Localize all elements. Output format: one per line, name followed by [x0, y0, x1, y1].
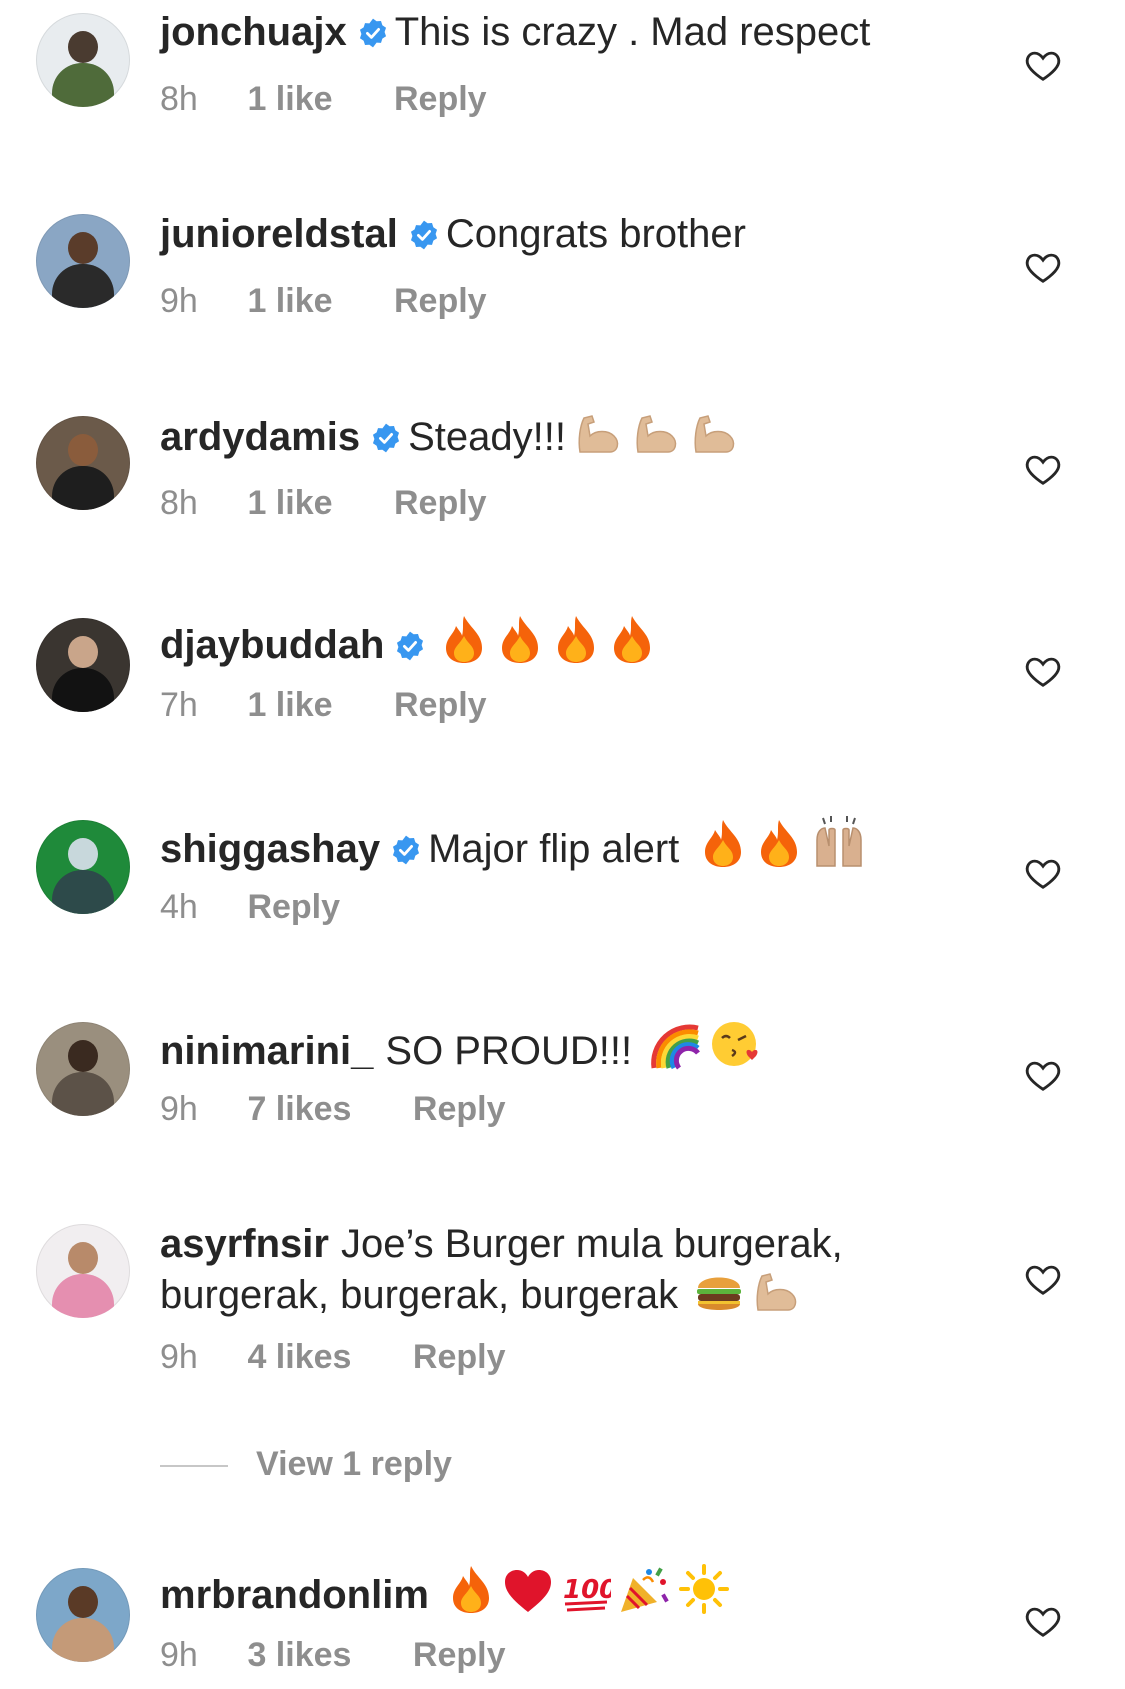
like-count[interactable]: 3 likes	[247, 1636, 351, 1675]
comment-time: 8h	[160, 80, 198, 118]
reply-button[interactable]: Reply	[394, 80, 487, 119]
like-count[interactable]: 4 likes	[247, 1338, 351, 1377]
reply-button[interactable]: Reply	[394, 484, 487, 523]
view-replies-button[interactable]: View 1 reply	[160, 1445, 452, 1484]
fire-icon	[447, 1564, 495, 1614]
verified-badge-icon	[373, 423, 400, 453]
heart-icon[interactable]	[1024, 1056, 1062, 1094]
username[interactable]: jonchuajx	[160, 10, 347, 54]
comment-text-continued: burgerak, burgerak, burgerak	[160, 1273, 679, 1317]
verified-badge-icon	[393, 835, 420, 865]
username[interactable]: asyrfnsir	[160, 1222, 329, 1266]
verified-badge-icon	[410, 220, 437, 250]
avatar[interactable]	[36, 1022, 130, 1116]
avatar[interactable]	[36, 416, 130, 510]
heart-icon[interactable]	[1024, 652, 1062, 690]
avatar[interactable]	[36, 618, 130, 712]
heart-icon[interactable]	[1024, 1260, 1062, 1298]
fire-icon	[552, 614, 600, 664]
comment-text: This is crazy . Mad respect	[394, 10, 871, 54]
reply-button[interactable]: Reply	[413, 1338, 506, 1377]
flexed-biceps-icon	[574, 412, 624, 456]
username[interactable]: djaybuddah	[160, 623, 384, 667]
svg-text:100: 100	[563, 1575, 611, 1605]
avatar[interactable]	[36, 214, 130, 308]
heart-icon[interactable]	[1024, 450, 1062, 488]
fire-icon	[496, 614, 544, 664]
avatar[interactable]	[36, 13, 130, 107]
comment-time: 4h	[160, 888, 198, 926]
heart-icon[interactable]	[1024, 854, 1062, 892]
like-count[interactable]: 1 like	[247, 282, 332, 321]
rainbow-icon	[648, 1022, 702, 1070]
raising-hands-icon	[811, 816, 867, 868]
verified-badge-icon	[359, 18, 386, 48]
view-replies-label: View 1 reply	[256, 1445, 452, 1483]
reply-button[interactable]: Reply	[413, 1090, 506, 1129]
fire-icon	[440, 614, 488, 664]
comment-text: Joe’s Burger mula burgerak,	[340, 1222, 843, 1266]
party-popper-icon	[619, 1564, 671, 1614]
flexed-biceps-icon	[632, 412, 682, 456]
like-count[interactable]: 7 likes	[247, 1090, 351, 1129]
sun-icon	[678, 1564, 729, 1614]
comment-text: Steady!!!	[408, 415, 566, 459]
divider-line	[160, 1465, 228, 1468]
avatar[interactable]	[36, 1568, 130, 1662]
hundred-points-icon: 100	[561, 1568, 611, 1614]
username[interactable]: mrbrandonlim	[160, 1573, 429, 1617]
like-count[interactable]: 1 like	[247, 80, 332, 119]
like-count[interactable]: 1 like	[247, 484, 332, 523]
verified-badge-icon	[397, 631, 424, 661]
heart-icon[interactable]	[1024, 248, 1062, 286]
comment-text: Major flip alert	[428, 827, 680, 871]
fire-icon	[699, 818, 747, 868]
comment-text: SO PROUD!!!	[385, 1029, 633, 1073]
comment-time: 9h	[160, 282, 198, 320]
like-count[interactable]: 1 like	[247, 686, 332, 725]
heart-icon[interactable]	[1024, 1602, 1062, 1640]
comment-time: 9h	[160, 1338, 198, 1376]
hamburger-icon	[694, 1268, 744, 1314]
red-heart-icon	[503, 1568, 553, 1614]
comment-time: 9h	[160, 1636, 198, 1674]
comment-text: Congrats brother	[445, 212, 746, 256]
username[interactable]: shiggashay	[160, 827, 380, 871]
comment-time: 7h	[160, 686, 198, 724]
comment-time: 9h	[160, 1090, 198, 1128]
avatar[interactable]	[36, 1224, 130, 1318]
username[interactable]: ardydamis	[160, 415, 360, 459]
flexed-biceps-icon	[752, 1270, 802, 1314]
username[interactable]: ninimarini_	[160, 1029, 373, 1073]
kissing-face-icon	[710, 1018, 762, 1070]
username[interactable]: junioreldstal	[160, 212, 398, 256]
comment-time: 8h	[160, 484, 198, 522]
fire-icon	[608, 614, 656, 664]
reply-button[interactable]: Reply	[247, 888, 340, 927]
heart-icon[interactable]	[1024, 46, 1062, 84]
avatar[interactable]	[36, 820, 130, 914]
reply-button[interactable]: Reply	[394, 686, 487, 725]
reply-button[interactable]: Reply	[394, 282, 487, 321]
reply-button[interactable]: Reply	[413, 1636, 506, 1675]
fire-icon	[755, 818, 803, 868]
flexed-biceps-icon	[690, 412, 740, 456]
